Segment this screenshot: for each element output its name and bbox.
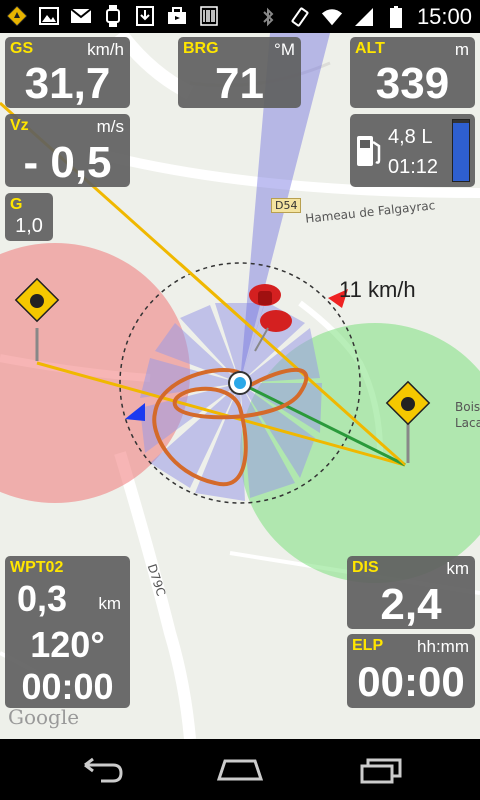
back-button[interactable] bbox=[76, 753, 126, 787]
watch-icon bbox=[102, 5, 124, 27]
recents-button[interactable] bbox=[356, 753, 406, 787]
fuel-amount: 4,8 L bbox=[388, 126, 433, 148]
back-arrow-icon bbox=[84, 757, 123, 783]
wifi-icon bbox=[321, 6, 343, 28]
elp-unit: hh:mm bbox=[417, 637, 469, 656]
brg-unit: °M bbox=[274, 40, 295, 59]
home-icon bbox=[216, 759, 264, 781]
elp-label: ELP bbox=[352, 637, 384, 654]
alt-label: ALT bbox=[355, 40, 385, 57]
briefcase-icon bbox=[166, 5, 188, 27]
brg-label: BRG bbox=[183, 40, 219, 57]
recents-icon bbox=[360, 758, 402, 784]
signal-icon bbox=[353, 6, 375, 28]
dis-value: 2,4 bbox=[380, 580, 442, 629]
fuel-gauge-fill bbox=[453, 123, 469, 181]
battery-icon bbox=[385, 6, 407, 28]
wpt-bearing: 120° bbox=[30, 624, 105, 665]
download-icon bbox=[134, 5, 156, 27]
brg-panel[interactable]: BRG °M 71 bbox=[178, 37, 301, 108]
alt-unit: m bbox=[454, 40, 469, 59]
elp-value: 00:00 bbox=[357, 658, 465, 705]
wpt-panel[interactable]: WPT02 0,3 km 120° 00:00 bbox=[5, 556, 130, 708]
wpt-time: 00:00 bbox=[21, 666, 114, 707]
dis-label: DIS bbox=[352, 559, 379, 576]
vz-panel[interactable]: Vz m/s - 0,5 bbox=[5, 114, 130, 187]
vz-unit: m/s bbox=[96, 117, 124, 136]
gs-value: 31,7 bbox=[24, 59, 111, 108]
gs-panel[interactable]: GS km/h 31,7 bbox=[5, 37, 130, 108]
alt-value: 339 bbox=[375, 59, 450, 108]
clock: 15:00 bbox=[416, 4, 472, 29]
wpt-distance-unit: km bbox=[98, 594, 121, 613]
dis-unit: km bbox=[446, 559, 469, 578]
g-panel[interactable]: G 1,0 bbox=[5, 193, 53, 241]
road-tag-d54: D54 bbox=[271, 198, 302, 213]
vibrate-icon bbox=[289, 6, 311, 28]
g-value: 1,0 bbox=[15, 215, 43, 237]
fuel-pump-icon bbox=[355, 132, 383, 173]
bois-label-1: Bois bbox=[455, 400, 480, 414]
fuel-time: 01:12 bbox=[388, 156, 439, 178]
gs-label: GS bbox=[10, 40, 34, 57]
navigation-bar bbox=[0, 739, 480, 800]
wpt-label: WPT02 bbox=[10, 559, 64, 576]
dis-panel[interactable]: DIS km 2,4 bbox=[347, 556, 475, 629]
vz-value: - 0,5 bbox=[23, 138, 112, 187]
image-icon bbox=[38, 5, 60, 27]
brg-value: 71 bbox=[215, 59, 264, 108]
bluetooth-icon bbox=[257, 6, 279, 28]
gs-unit: km/h bbox=[87, 40, 124, 59]
elp-panel[interactable]: ELP hh:mm 00:00 bbox=[347, 634, 475, 708]
fuel-panel[interactable]: 4,8 L 01:12 bbox=[350, 114, 475, 187]
wpt-distance: 0,3 bbox=[17, 578, 68, 619]
status-bar: 15:00 bbox=[0, 0, 480, 33]
vz-label: Vz bbox=[10, 117, 29, 134]
g-label: G bbox=[10, 196, 23, 213]
bois-label-2: Laca bbox=[455, 416, 480, 430]
fuel-gauge bbox=[452, 119, 470, 182]
gps-app-icon bbox=[6, 5, 28, 27]
notification-icons bbox=[6, 5, 220, 27]
barcode-icon bbox=[198, 5, 220, 27]
google-logo: Google bbox=[8, 705, 80, 729]
wind-speed-label: 11 km/h bbox=[339, 277, 416, 302]
gmail-icon bbox=[70, 5, 92, 27]
home-button[interactable] bbox=[215, 753, 265, 787]
alt-panel[interactable]: ALT m 339 bbox=[350, 37, 475, 108]
system-status-icons: 15:00 bbox=[257, 4, 472, 30]
